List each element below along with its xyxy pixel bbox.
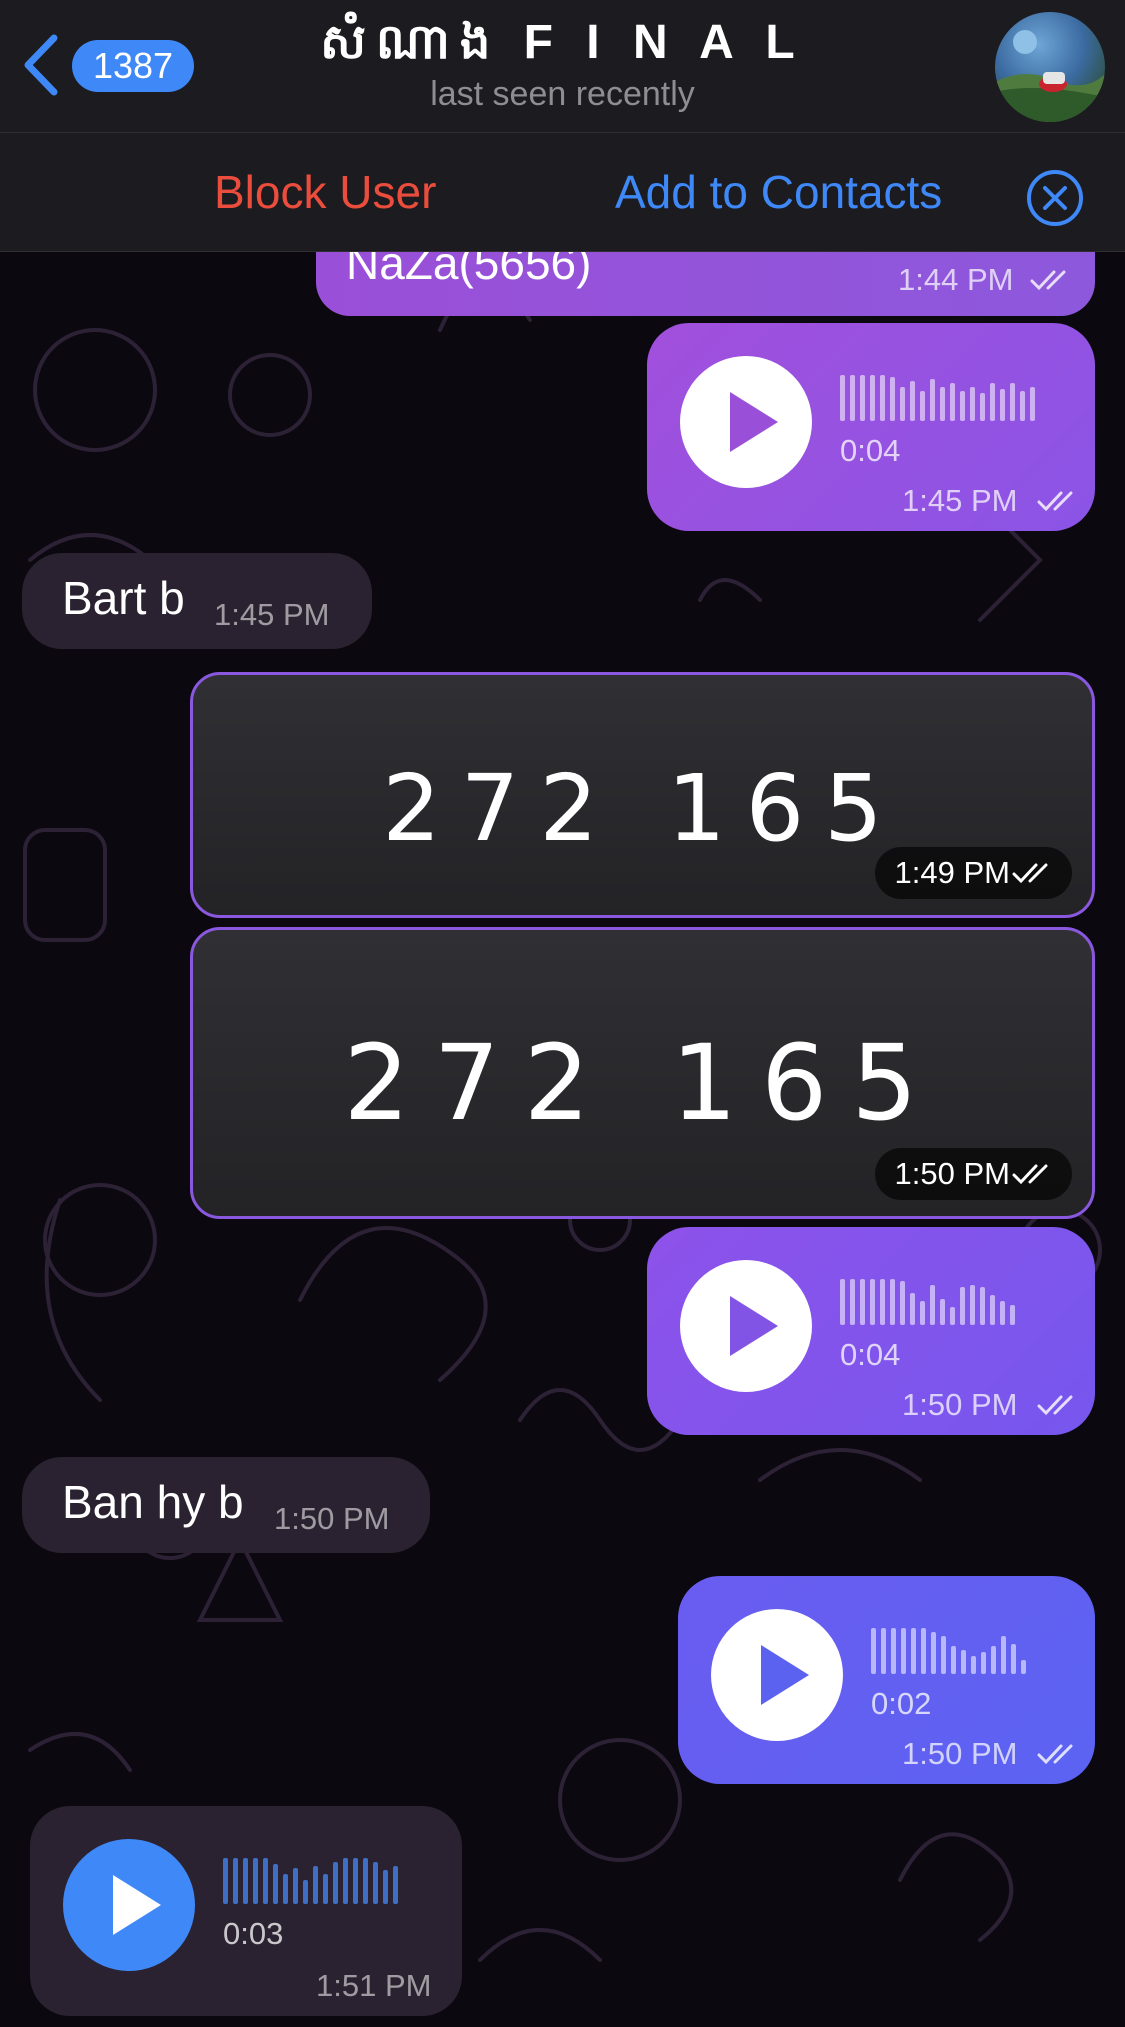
message-time: 1:50 PM [894,1156,1010,1191]
incoming-voice-message[interactable]: 0:03 1:51 PM [30,1806,462,2016]
photo-time-pill: 1:49 PM [874,847,1072,899]
double-check-icon [1037,491,1073,512]
waveform-icon [840,1279,1015,1325]
outgoing-photo-message[interactable]: 272 165 1:49 PM [190,672,1095,918]
play-icon [761,1645,809,1705]
outgoing-photo-message[interactable]: 272 165 1:50 PM [190,927,1095,1219]
play-icon [730,392,778,452]
avatar[interactable] [995,12,1105,122]
outgoing-voice-message[interactable]: 0:04 1:50 PM [647,1227,1095,1435]
play-icon [730,1296,778,1356]
chat-header: 1387 សំណាង F I N A L last seen recently [0,0,1125,133]
outgoing-voice-message[interactable]: 0:02 1:50 PM [678,1576,1095,1784]
photo-time-pill: 1:50 PM [874,1148,1072,1200]
message-time: 1:50 PM [902,1387,1018,1422]
add-to-contacts-button[interactable]: Add to Contacts [615,165,942,219]
double-check-icon [1037,1744,1073,1765]
chat-status: last seen recently [430,75,695,113]
message-text: Ban hy b [62,1476,244,1528]
play-button[interactable] [711,1609,843,1741]
close-circle-icon[interactable] [1026,169,1084,227]
incoming-message[interactable]: Bart b 1:45 PM [22,553,372,649]
message-time: 1:51 PM [316,1968,432,2003]
play-button[interactable] [680,1260,812,1392]
waveform-icon [871,1628,1026,1674]
double-check-icon [1012,863,1048,884]
message-time: 1:50 PM [902,1736,1018,1771]
message-time: 1:45 PM [902,483,1018,518]
waveform-icon [840,375,1035,421]
message-text: Bart b [62,572,185,624]
photo-code-text: 272 165 [382,755,903,862]
voice-duration: 0:04 [840,1337,901,1372]
double-check-icon [1030,270,1066,291]
block-user-button[interactable]: Block User [214,165,436,219]
double-check-icon [1012,1164,1048,1185]
message-time: 1:45 PM [214,597,330,632]
incoming-message[interactable]: Ban hy b 1:50 PM [22,1457,430,1553]
waveform-icon [223,1858,398,1904]
play-button[interactable] [680,356,812,488]
voice-duration: 0:04 [840,433,901,468]
play-icon [113,1875,161,1935]
voice-duration: 0:02 [871,1686,932,1721]
voice-duration: 0:03 [223,1916,284,1951]
new-contact-action-bar: Block User Add to Contacts [0,133,1125,252]
photo-code-text: 272 165 [343,1022,942,1144]
outgoing-voice-message[interactable]: 0:04 1:45 PM [647,323,1095,531]
message-time: 1:44 PM [898,262,1014,297]
double-check-icon [1037,1395,1073,1416]
message-time: 1:50 PM [274,1501,390,1536]
message-time: 1:49 PM [894,855,1010,890]
chat-title[interactable]: សំណាង F I N A L [0,12,1125,82]
play-button[interactable] [63,1839,195,1971]
